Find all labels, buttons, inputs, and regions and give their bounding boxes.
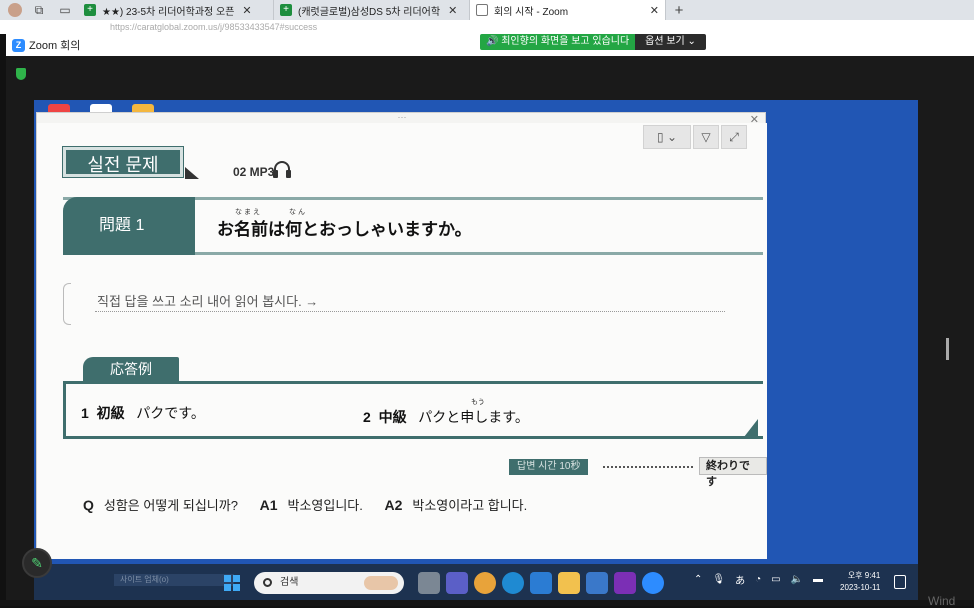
chevron-up-icon[interactable]: ⌃	[694, 574, 702, 585]
tab-label: ★★) 23-5차 리더어학과정 오픈	[102, 6, 235, 18]
windows-start-icon[interactable]	[224, 575, 240, 591]
chrome-icon[interactable]	[474, 572, 496, 594]
document-viewer: ··· ✕ 실전 문제 02 MP3 問題 1 なまえ なん お名前は何とおっし…	[36, 112, 767, 559]
doc-icon	[476, 4, 488, 16]
answer-time-tag: 답변 시간 10秒	[509, 459, 589, 475]
taskbar-ghost-text: 사이트 업체(o)	[114, 574, 234, 586]
dotted-leader	[603, 466, 693, 468]
textbook-page: 실전 문제 02 MP3 問題 1 なまえ なん お名前は何とおっしゃいますか。…	[37, 123, 767, 559]
clock-date: 2023-10-11	[840, 583, 881, 592]
filter-icon[interactable]: ▽	[693, 125, 719, 149]
response-corner	[744, 419, 758, 437]
new-tab-button[interactable]: +	[666, 0, 692, 20]
instruction-text: 직접 답을 쓰고 소리 내어 읽어 봅시다. →	[97, 294, 319, 309]
avatar	[8, 3, 22, 17]
extensions-icon[interactable]: ⧉	[26, 0, 52, 20]
zoom-bottom-strip	[0, 600, 974, 606]
question-text: お名前は何とおっしゃいますか。	[217, 220, 472, 239]
tab-label: 회의 시작 - Zoom	[494, 6, 569, 18]
profile-avatar[interactable]	[0, 0, 26, 20]
response-1: 1 初級 パクです。	[81, 405, 205, 421]
system-tray: ⌃ 🎙 あ ◔ ▭ 🔈 ▬	[694, 572, 823, 587]
answer-line	[95, 311, 725, 312]
tab-strip-icon[interactable]: ▭	[52, 0, 78, 20]
outlook-icon[interactable]	[586, 572, 608, 594]
close-tab-icon[interactable]: ✕	[448, 4, 457, 17]
search-placeholder: 검색	[280, 577, 299, 588]
zoom-app-icon[interactable]	[642, 572, 664, 594]
battery-icon[interactable]: ▬	[813, 574, 823, 585]
browser-tab-bar: ⧉ ▭ + ★★) 23-5차 리더어학과정 오픈 ✕ + (캐럿글로벌)삼성D…	[0, 0, 974, 20]
clock-time: 오후 9:41	[847, 571, 881, 580]
search-icon	[263, 578, 272, 587]
mail-icon[interactable]	[530, 572, 552, 594]
teams-icon[interactable]	[446, 572, 468, 594]
expand-icon[interactable]: ⤢	[721, 125, 747, 149]
tab-zoom-meeting[interactable]: 회의 시작 - Zoom ✕	[470, 0, 666, 20]
mp3-label: 02 MP3	[233, 165, 275, 179]
tab-label: (캐럿글로벌)삼성DS 5차 리더어학	[298, 6, 441, 18]
security-shield-icon[interactable]	[16, 68, 26, 80]
tab-leader-course[interactable]: + ★★) 23-5차 리더어학과정 오픈 ✕	[78, 0, 274, 20]
taskbar-search-input[interactable]: 검색	[254, 572, 404, 594]
zoom-title: Zoom 회의	[29, 40, 81, 52]
shared-screen: ··· ✕ 실전 문제 02 MP3 問題 1 なまえ なん お名前は何とおっし…	[34, 100, 918, 606]
share-status-bar: 🔊 최인향의 화면을 보고 있습니다 옵션 보기 ⌄	[480, 34, 706, 50]
annotate-pencil-button[interactable]: ✎	[22, 548, 52, 578]
layout-menu-button[interactable]: ▯ ⌄	[643, 125, 691, 149]
address-bar[interactable]: https://caratglobal.zoom.us/j/9853343354…	[0, 20, 974, 34]
sync-icon[interactable]: ◔	[755, 574, 761, 585]
response-2: 2 中級 パクと申します。	[363, 409, 529, 425]
taskbar-clock[interactable]: 오후 9:41 2023-10-11	[840, 570, 880, 594]
end-tag: 終わりです	[699, 457, 767, 488]
zoom-logo-icon: Z	[12, 38, 25, 52]
file-explorer-icon[interactable]	[558, 572, 580, 594]
notification-icon[interactable]	[894, 575, 906, 589]
problem-label: 問題 1	[63, 197, 195, 255]
headphones-icon	[273, 161, 291, 178]
ime-indicator[interactable]: あ	[735, 572, 745, 587]
microphone-icon[interactable]: 🎙	[712, 574, 725, 585]
search-highlight-image	[364, 576, 398, 590]
practice-tag: 실전 문제	[63, 147, 183, 177]
tab-samsung-course[interactable]: + (캐럿글로벌)삼성DS 5차 리더어학 ✕	[274, 0, 470, 20]
sheets-icon: +	[280, 4, 292, 16]
taskbar-apps	[418, 572, 664, 594]
zoom-window: Z Zoom 회의 🔊 최인향의 화면을 보고 있습니다 옵션 보기 ⌄ ···…	[6, 34, 974, 606]
share-status-text: 🔊 최인향의 화면을 보고 있습니다	[480, 34, 636, 50]
instruction-brace	[63, 283, 71, 325]
close-tab-icon[interactable]: ✕	[650, 4, 659, 17]
onenote-icon[interactable]	[614, 572, 636, 594]
sheets-icon: +	[84, 4, 96, 16]
volume-icon[interactable]: 🔈	[791, 574, 803, 585]
view-options-button[interactable]: 옵션 보기 ⌄	[635, 34, 706, 50]
tag-pointer	[185, 167, 199, 179]
task-view-icon[interactable]	[418, 572, 440, 594]
viewer-toolbar: ▯ ⌄ ▽ ⤢	[643, 125, 747, 149]
response-2-ruby: もう	[471, 399, 485, 406]
edge-icon[interactable]	[502, 572, 524, 594]
close-tab-icon[interactable]: ✕	[242, 4, 251, 17]
response-example-tag: 応答例	[83, 357, 179, 381]
network-icon[interactable]: ▭	[771, 574, 780, 585]
qa-line: Q 성함은 어떻게 되십니까? A1 박소영입니다. A2 박소영이라고 합니다.	[83, 497, 528, 513]
side-panel-handle[interactable]	[946, 338, 949, 360]
viewer-drag-handle[interactable]: ···	[37, 113, 767, 123]
